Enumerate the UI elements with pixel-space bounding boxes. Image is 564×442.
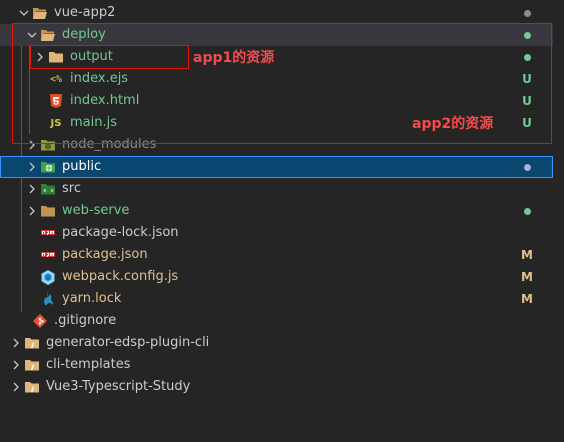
git-status-badge: M <box>521 292 533 306</box>
tree-item-cli-templates[interactable]: cli-templates <box>0 354 553 376</box>
chevron-right-icon[interactable] <box>24 181 40 197</box>
public-folder-icon <box>40 159 56 175</box>
chevron-right-icon[interactable] <box>24 203 40 219</box>
tree-item-src[interactable]: src <box>0 178 553 200</box>
status-dot <box>524 164 531 171</box>
tree-item-yarn-lock[interactable]: yarn.lock M <box>0 288 553 310</box>
chevron-right-icon[interactable] <box>8 357 24 373</box>
chevron-right-icon[interactable] <box>8 335 24 351</box>
tree-item-vue-app2[interactable]: vue-app2 <box>0 2 553 24</box>
git-icon <box>32 313 48 329</box>
yarn-icon <box>40 291 56 307</box>
folder-open-icon <box>32 5 48 21</box>
tree-item-label: vue-app2 <box>54 5 116 20</box>
chevron-right-icon[interactable] <box>24 159 40 175</box>
status-dot <box>524 10 531 17</box>
webpack-icon <box>40 269 56 285</box>
app2-annotation: app2的资源 <box>412 116 494 132</box>
tree-item-label: package.json <box>62 247 148 262</box>
src-folder-icon <box>40 181 56 197</box>
tree-item-label: Vue3-Typescript-Study <box>46 379 191 394</box>
git-status-badge: M <box>521 248 533 262</box>
tree-item-label: webpack.config.js <box>62 269 179 284</box>
folder-icon <box>24 379 40 395</box>
tree-item-label: src <box>62 181 81 196</box>
tree-item-label: yarn.lock <box>62 291 122 306</box>
tree-item-gitignore[interactable]: .gitignore <box>0 310 553 332</box>
tree-item-package-lock-json[interactable]: package-lock.json <box>0 222 553 244</box>
status-dot <box>524 208 531 215</box>
tree-item-package-json[interactable]: package.json M <box>0 244 553 266</box>
tree-item-label: generator-edsp-plugin-cli <box>46 335 210 350</box>
tree-item-label: .gitignore <box>54 313 117 328</box>
tree-item-label: package-lock.json <box>62 225 179 240</box>
app1-highlight-box <box>30 45 189 69</box>
folder-icon <box>40 203 56 219</box>
chevron-down-icon[interactable] <box>16 5 32 21</box>
npm-icon <box>40 225 56 241</box>
folder-icon <box>24 357 40 373</box>
tree-item-vue3-typescript-study[interactable]: Vue3-Typescript-Study <box>0 376 553 398</box>
folder-icon <box>24 335 40 351</box>
tree-item-generator-edsp-plugin-cli[interactable]: generator-edsp-plugin-cli <box>0 332 553 354</box>
git-status-badge: M <box>521 270 533 284</box>
tree-item-web-serve[interactable]: web-serve <box>0 200 553 222</box>
npm-icon <box>40 247 56 263</box>
tree-item-label: public <box>62 159 102 174</box>
app1-annotation: app1的资源 <box>193 50 275 66</box>
chevron-right-icon[interactable] <box>8 379 24 395</box>
tree-item-label: cli-templates <box>46 357 131 372</box>
tree-item-public[interactable]: public <box>0 156 553 178</box>
tree-item-label: web-serve <box>62 203 130 218</box>
tree-item-webpack-config-js[interactable]: webpack.config.js M <box>0 266 553 288</box>
